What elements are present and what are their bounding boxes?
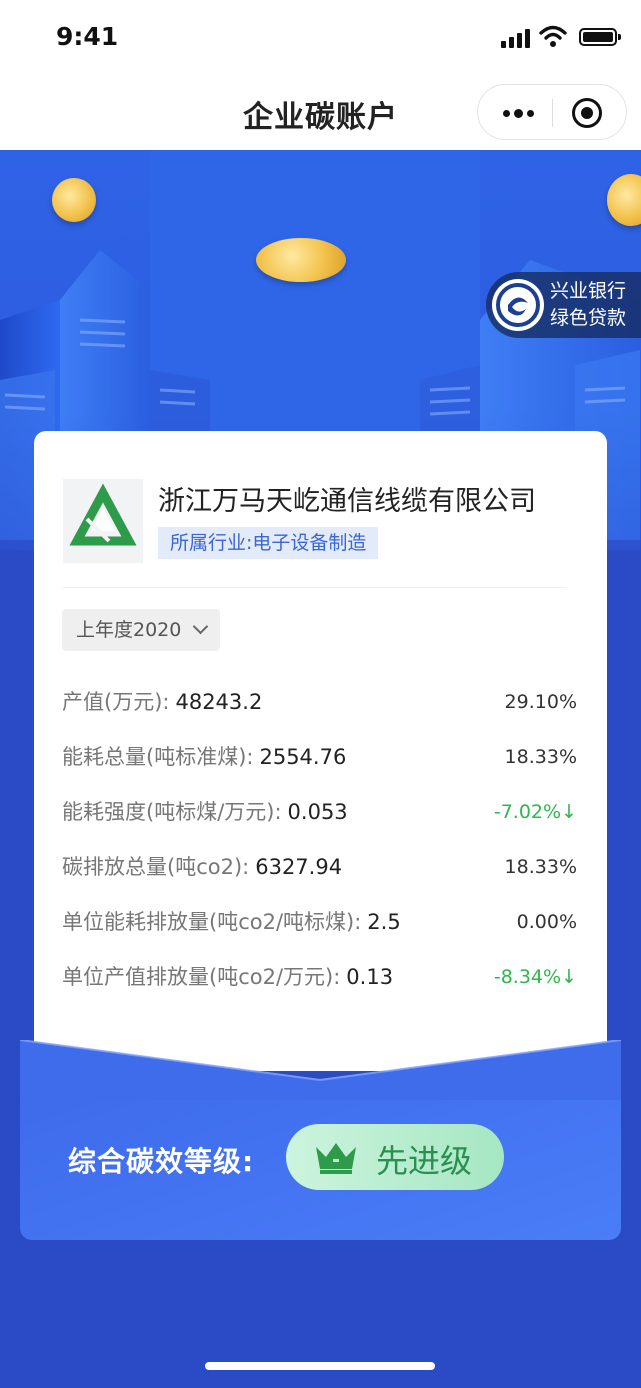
metric-row: 能耗强度(吨标煤/万元): 0.053 -7.02%↓ xyxy=(62,797,577,827)
metric-value: 2554.76 xyxy=(259,745,347,769)
wifi-icon xyxy=(539,25,567,47)
metric-label: 单位产值排放量(吨co2/万元): xyxy=(62,965,341,989)
grade-badge: 先进级 xyxy=(286,1124,504,1190)
bank-name: 兴业银行 xyxy=(550,280,627,302)
company-carbon-card: 浙江万马天屹通信线缆有限公司 所属行业:电子设备制造 上年度2020 产值(万元… xyxy=(34,431,607,1071)
metric-change: -8.34%↓ xyxy=(493,966,577,988)
capsule-divider xyxy=(552,99,553,127)
metric-row: 碳排放总量(吨co2): 6327.94 18.33% xyxy=(62,852,577,882)
battery-icon xyxy=(579,28,621,46)
status-time: 9:41 xyxy=(56,22,119,51)
divider xyxy=(63,587,566,588)
gold-coin-icon xyxy=(52,178,96,222)
status-bar: 9:41 xyxy=(0,0,641,80)
loan-type: 绿色贷款 xyxy=(550,307,627,329)
metric-change: 29.10% xyxy=(504,691,577,713)
more-options-icon[interactable] xyxy=(498,99,538,127)
metric-row: 单位产值排放量(吨co2/万元): 0.13 -8.34%↓ xyxy=(62,962,577,992)
company-logo xyxy=(63,479,143,563)
nav-bar: 企业碳账户 xyxy=(0,80,641,150)
bank-logo-icon xyxy=(492,279,544,331)
metric-value: 0.053 xyxy=(287,800,348,824)
chevron-down-icon xyxy=(193,618,209,635)
crown-icon xyxy=(316,1143,356,1174)
metric-label: 能耗总量(吨标准煤): xyxy=(62,745,254,769)
metric-change: -7.02%↓ xyxy=(493,801,577,823)
metric-label: 产值(万元): xyxy=(62,690,170,714)
metric-change: 0.00% xyxy=(516,911,577,933)
grade-value: 先进级 xyxy=(376,1142,473,1180)
metric-label: 单位能耗排放量(吨co2/吨标煤): xyxy=(62,910,362,934)
gold-coin-icon xyxy=(256,238,346,282)
metric-value: 2.5 xyxy=(367,910,401,934)
metric-change: 18.33% xyxy=(504,856,577,878)
bank-green-loan-badge[interactable]: 兴业银行 绿色贷款 xyxy=(486,272,641,338)
metric-value: 0.13 xyxy=(346,965,394,989)
company-name: 浙江万马天屹通信线缆有限公司 xyxy=(158,486,536,517)
year-dropdown-label: 上年度2020 xyxy=(76,619,182,641)
metric-row: 能耗总量(吨标准煤): 2554.76 18.33% xyxy=(62,742,577,772)
close-miniprogram-icon[interactable] xyxy=(572,98,602,128)
metric-row: 产值(万元): 48243.2 29.10% xyxy=(62,687,577,717)
metric-label: 能耗强度(吨标煤/万元): xyxy=(62,800,282,824)
home-indicator[interactable] xyxy=(205,1362,435,1370)
cellular-signal-icon xyxy=(501,28,531,48)
mini-program-capsule xyxy=(477,84,627,140)
metric-row: 单位能耗排放量(吨co2/吨标煤): 2.5 0.00% xyxy=(62,907,577,937)
metric-value: 6327.94 xyxy=(255,855,343,879)
metric-label: 碳排放总量(吨co2): xyxy=(62,855,250,879)
industry-tag: 所属行业:电子设备制造 xyxy=(158,527,379,559)
metric-value: 48243.2 xyxy=(175,690,263,714)
metric-change: 18.33% xyxy=(504,746,577,768)
year-dropdown[interactable]: 上年度2020 xyxy=(62,609,221,651)
envelope-flap xyxy=(20,1040,621,1100)
grade-label: 综合碳效等级: xyxy=(68,1145,255,1178)
